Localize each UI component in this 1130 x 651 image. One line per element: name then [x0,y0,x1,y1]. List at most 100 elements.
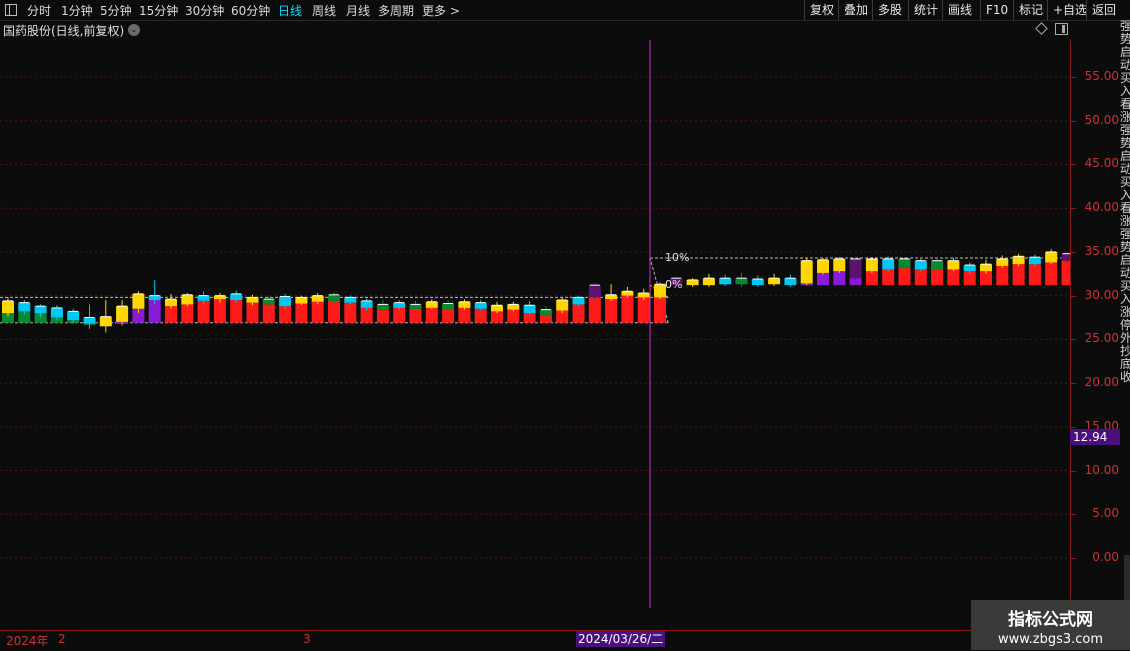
tab-multi-period[interactable]: 多周期 [378,2,414,19]
current-price-badge: 12.94 [1070,429,1120,445]
candle-body [996,258,1009,266]
candle-body [751,279,764,286]
y-tick-label: 10.00 [1084,462,1119,477]
candle-body [963,265,976,272]
tab-more[interactable]: 更多 > [422,2,460,19]
candle-base [914,269,927,286]
tab-1min[interactable]: 1分钟 [61,2,93,19]
candle-body [262,299,275,305]
y-tick [1071,470,1076,472]
window-toggle-icon[interactable] [5,4,17,16]
candle-body [865,258,878,272]
candle-body [605,294,618,300]
watermark-title: 指标公式网 [1008,610,1093,630]
candle-body [67,311,80,321]
candle-body [735,278,748,285]
candle-base [947,269,960,286]
overlay-button[interactable]: 叠加 [838,0,873,20]
candle-base [507,309,520,323]
tab-monthly[interactable]: 月线 [346,2,370,19]
candle-base [376,309,389,323]
candle-body [980,264,992,272]
candle-body [817,259,829,273]
tab-5min[interactable]: 5分钟 [100,2,132,19]
y-tick-label: 25.00 [1084,331,1119,346]
candle-body [83,317,96,324]
y-tick-label: 55.00 [1084,69,1119,84]
candle-body [931,260,944,270]
candle-body [491,305,503,312]
candle-body [523,305,536,314]
fuquan-button[interactable]: 复权 [804,0,839,20]
candle-body [50,307,63,318]
candle-body [637,293,650,298]
candle-base [442,308,455,323]
candle-body [1028,257,1041,265]
y-tick [1071,295,1076,297]
f10-button[interactable]: F10 [980,0,1013,20]
candle-body [572,297,585,305]
candle-base [572,304,585,323]
tab-daily[interactable]: 日线 [278,2,302,19]
candle-base [409,308,422,323]
date-label-feb: 2 [58,632,66,646]
date-label-year: 2024年 [6,634,49,648]
tab-60min[interactable]: 60分钟 [231,2,270,19]
tab-weekly[interactable]: 周线 [312,2,336,19]
candle-body [458,301,471,308]
candle-base [898,267,911,286]
candle-base [1061,260,1070,286]
candle-base [833,271,846,286]
tab-30min[interactable]: 30分钟 [185,2,224,19]
candle-body [230,293,243,301]
candle-body [702,278,715,286]
mark-button[interactable]: 标记 [1013,0,1048,20]
chevron-down-icon[interactable]: ⌄ [128,24,140,36]
watermark-url: www.zbgs3.com [997,632,1104,647]
tab-fenshi[interactable]: 分时 [27,2,51,19]
pct-10-label: 10% [665,251,689,264]
candlestick-chart[interactable]: 10% 0% [0,40,1070,628]
statistics-button[interactable]: 统计 [908,0,943,20]
candle-body [132,293,145,309]
y-tick [1071,164,1076,166]
candle-body [507,304,520,310]
candle-body [784,278,797,286]
candle-base [882,269,895,286]
candle-body [425,301,438,308]
candle-base [230,300,243,323]
y-tick [1071,208,1076,210]
tab-15min[interactable]: 15分钟 [139,2,178,19]
candle-body [588,285,601,298]
y-tick-label: 5.00 [1092,506,1119,521]
candle-body [800,260,813,284]
candle-base [311,301,324,323]
candle-body [947,260,960,270]
candle-body [1061,253,1070,261]
candle-body [213,295,226,300]
candle-base [637,297,650,323]
candle-base [1045,262,1058,286]
y-tick [1071,77,1076,79]
candle-body [99,316,112,327]
candle-body [882,258,895,270]
signal-text-strip: 强势启动买入看涨强势启动买入看涨强势启动买入涨停外抄底收 [1120,20,1130,384]
candle-body [914,260,927,270]
chart-title: 国药股份(日线,前复权) [3,24,125,38]
date-axis: 2024年 2 3 [0,630,1070,651]
y-tick-label: 50.00 [1084,112,1119,127]
candle-base [605,299,618,323]
back-button[interactable]: 返回 [1086,0,1121,20]
candle-base [181,304,194,323]
draw-line-button[interactable]: 画线 [942,0,977,20]
candle-base [865,271,878,286]
diamond-icon[interactable] [1035,22,1048,35]
candle-body [474,302,487,309]
multi-stock-button[interactable]: 多股 [872,0,907,20]
candle-body [116,306,129,322]
panel-toggle-icon[interactable] [1055,23,1068,35]
candle-base [588,297,601,323]
date-label-mar: 3 [303,632,311,646]
pct-0-label: 0% [665,278,682,291]
y-tick [1071,120,1076,122]
